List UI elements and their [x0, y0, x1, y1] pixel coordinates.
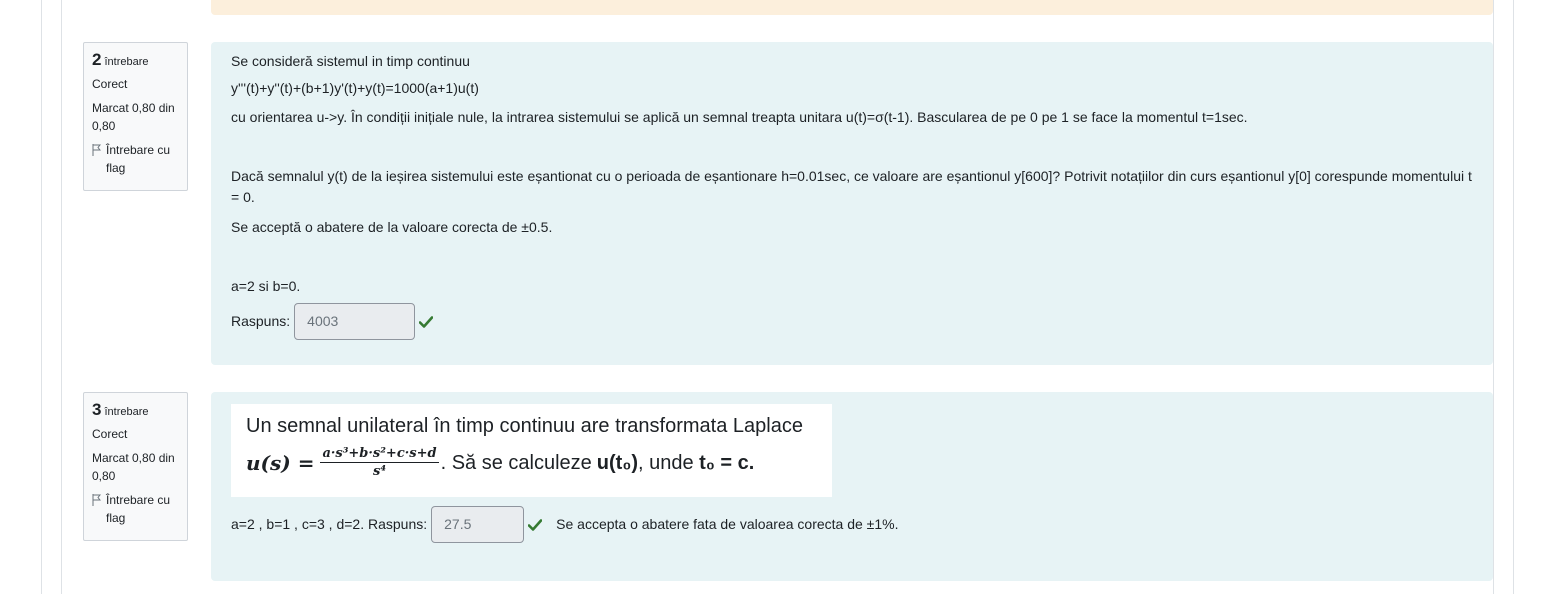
formula-rest: . Să se calculeze — [440, 452, 592, 474]
flag-label: Întrebare cu flag — [106, 143, 171, 175]
flag-question-link[interactable]: Întrebare cu flag — [92, 141, 179, 177]
question-text: cu orientarea u->y. În condiții inițiale… — [231, 109, 1248, 125]
tolerance-text: Se acceptă o abatere de la valoare corec… — [231, 219, 553, 235]
laplace-formula: u(s) = a·s³+b·s²+c·s+d s⁴ . Să se calcul… — [246, 446, 832, 481]
question-2-info: 2 întrebare Corect Marcat 0,80 din 0,80 Î… — [83, 42, 188, 191]
right-divider — [1493, 0, 1494, 594]
previous-question-feedback — [211, 0, 1493, 15]
question-number-row: 2 întrebare — [92, 51, 179, 71]
answer-label: Raspuns: — [231, 313, 291, 329]
answer-input[interactable]: 27.5 — [431, 506, 525, 543]
tolerance-text: Se accepta o abatere fata de valoarea co… — [556, 516, 899, 532]
question-grade: Marcat 0,80 din 0,80 — [92, 101, 175, 133]
flag-label: Întrebare cu flag — [106, 493, 171, 525]
formula-u-t0: u(t₀) — [596, 452, 638, 474]
formula-denominator: s⁴ — [373, 464, 387, 479]
flag-outline-icon — [92, 144, 101, 156]
question-grade: Marcat 0,80 din 0,80 — [92, 451, 175, 483]
question-3-content: Un semnal unilateral în timp continuu ar… — [211, 392, 1493, 581]
answer-input[interactable]: 4003 — [294, 303, 416, 340]
question-word: întrebare — [104, 56, 149, 68]
formula-fraction: a·s³+b·s²+c·s+d s⁴ — [320, 446, 439, 481]
params-answer-label: a=2 , b=1 , c=3 , d=2. Raspuns: — [231, 516, 428, 532]
question-state: Corect — [92, 77, 128, 91]
answer-value: 4003 — [307, 313, 339, 329]
answer-row: Raspuns: 4003 — [231, 303, 1473, 340]
question-number-row: 3 întrebare — [92, 401, 179, 421]
question-number: 3 — [92, 400, 102, 419]
question-word: întrebare — [104, 406, 149, 418]
question-text: Se consideră sistemul in timp continuu — [231, 53, 470, 69]
laplace-text: Un semnal unilateral în timp continuu ar… — [246, 415, 803, 437]
formula-numerator: a·s³+b·s²+c·s+d — [320, 446, 439, 463]
question-state: Corect — [92, 427, 128, 441]
equation-text: y'''(t)+y''(t)+(b+1)y'(t)+y(t)=1000(a+1)… — [231, 80, 479, 96]
formula-rest: , unde — [638, 452, 700, 474]
laplace-question-image: Un semnal unilateral în timp continuu ar… — [231, 404, 832, 497]
question-number: 2 — [92, 50, 102, 69]
correct-check-icon — [528, 518, 543, 531]
left-divider — [61, 0, 62, 594]
question-3-info: 3 întrebare Corect Marcat 0,80 din 0,80 Î… — [83, 392, 188, 541]
question-text: Dacă semnalul y(t) de la ieșirea sistemu… — [231, 168, 1472, 205]
formula-t0: t₀ = c. — [699, 452, 755, 474]
answer-row: a=2 , b=1 , c=3 , d=2. Raspuns: 27.5 Se … — [231, 506, 1473, 543]
answer-value: 27.5 — [444, 516, 472, 532]
flag-outline-icon — [92, 494, 101, 506]
correct-check-icon — [419, 315, 434, 328]
params-text: a=2 si b=0. — [231, 278, 301, 294]
question-2-content: Se consideră sistemul in timp continuu y… — [211, 42, 1493, 365]
flag-question-link[interactable]: Întrebare cu flag — [92, 491, 179, 527]
formula-lhs: u(s) = — [246, 451, 315, 475]
